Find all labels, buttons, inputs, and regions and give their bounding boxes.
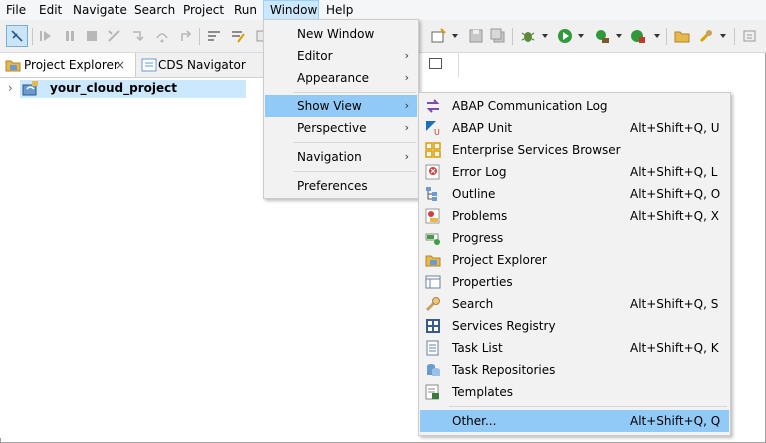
submenu-item-task-repositories[interactable]: Task Repositories	[420, 359, 729, 381]
error-log-icon	[425, 164, 441, 180]
cloud-project-icon	[22, 81, 40, 102]
use-step-filters-icon[interactable]	[230, 28, 246, 44]
menu-item-appearance[interactable]: Appearance ›	[265, 67, 417, 89]
save-icon[interactable]	[468, 28, 484, 44]
menu-project[interactable]: Project	[177, 0, 230, 20]
submenu-item-other[interactable]: Other... Alt+Shift+Q, Q	[420, 410, 729, 432]
submenu-item-problems[interactable]: Problems Alt+Shift+Q, X	[420, 205, 729, 227]
show-view-submenu: ABAP Communication Log U ABAP Unit Alt+S…	[418, 92, 731, 436]
menu-item-navigation[interactable]: Navigation ›	[265, 146, 417, 168]
svg-text:U: U	[434, 128, 440, 136]
menu-item-perspective[interactable]: Perspective ›	[265, 117, 417, 139]
project-tree: › your_cloud_project	[0, 78, 263, 438]
chevron-right-icon: ›	[404, 121, 409, 134]
menu-item-editor[interactable]: Editor ›	[265, 45, 417, 67]
window-menu: New Window Editor › Appearance › Show Vi…	[263, 19, 419, 199]
submenu-item-task-list[interactable]: Task List Alt+Shift+Q, K	[420, 337, 729, 359]
new-wizard-icon[interactable]	[430, 28, 446, 44]
debug-icon[interactable]	[520, 28, 536, 44]
maximize-icon[interactable]	[429, 58, 442, 69]
menu-window[interactable]: Window	[263, 0, 319, 20]
templates-icon	[425, 384, 441, 400]
chevron-right-icon: ›	[404, 49, 409, 62]
submenu-item-enterprise-services-browser[interactable]: Enterprise Services Browser	[420, 139, 729, 161]
submenu-item-properties[interactable]: Properties	[420, 271, 729, 293]
chevron-right-icon: ›	[404, 71, 409, 84]
editor-area-header	[458, 53, 765, 77]
chevron-right-icon: ›	[404, 99, 409, 112]
explorer-tab-bar: Project Explorer × CDS Navigator	[0, 53, 263, 78]
menu-navigate[interactable]: Navigate	[67, 0, 133, 20]
menu-item-new-window[interactable]: New Window	[265, 23, 417, 45]
menu-edit[interactable]: Edit	[33, 0, 68, 20]
task-list-icon	[425, 340, 441, 356]
step-over-icon[interactable]	[154, 28, 170, 44]
run-external-tools-icon[interactable]	[594, 28, 610, 44]
search-tool-icon[interactable]	[698, 28, 714, 44]
resume-icon[interactable]	[38, 28, 54, 44]
menu-bar: File Edit Navigate Search Project Run Wi…	[0, 0, 766, 20]
submenu-item-templates[interactable]: Templates	[420, 381, 729, 403]
close-icon[interactable]: ×	[115, 53, 125, 77]
save-all-icon[interactable]	[490, 28, 506, 44]
terminate-icon[interactable]	[84, 28, 100, 44]
search-icon	[425, 296, 441, 312]
disconnect-icon[interactable]	[106, 28, 122, 44]
menu-item-show-view[interactable]: Show View ›	[265, 95, 417, 117]
submenu-item-abap-communication-log[interactable]: ABAP Communication Log	[420, 95, 729, 117]
submenu-item-outline[interactable]: Outline Alt+Shift+Q, O	[420, 183, 729, 205]
submenu-item-services-registry[interactable]: Services Registry	[420, 315, 729, 337]
menu-file[interactable]: File	[0, 0, 32, 20]
services-browser-icon	[425, 142, 441, 158]
submenu-item-progress[interactable]: Progress	[420, 227, 729, 249]
project-explorer-icon	[425, 252, 441, 268]
menu-item-preferences[interactable]: Preferences	[265, 175, 417, 197]
run-icon[interactable]	[557, 28, 573, 44]
link-editor-button[interactable]	[6, 25, 28, 47]
menu-run[interactable]: Run	[228, 0, 263, 20]
open-folder-icon[interactable]	[674, 28, 690, 44]
last-edit-icon[interactable]	[742, 28, 758, 44]
problems-icon	[425, 208, 441, 224]
communication-log-icon	[425, 98, 441, 114]
expand-chevron-icon[interactable]: ›	[8, 81, 13, 95]
suspend-icon[interactable]	[62, 28, 78, 44]
submenu-item-error-log[interactable]: Error Log Alt+Shift+Q, L	[420, 161, 729, 183]
step-into-icon[interactable]	[130, 28, 146, 44]
abap-unit-icon: U	[425, 120, 441, 137]
menu-help[interactable]: Help	[320, 0, 359, 20]
submenu-item-abap-unit[interactable]: U ABAP Unit Alt+Shift+Q, U	[420, 117, 729, 139]
tab-cds-navigator[interactable]: CDS Navigator	[136, 53, 263, 77]
progress-icon	[425, 230, 441, 246]
drop-to-frame-icon[interactable]	[206, 28, 222, 44]
step-return-icon[interactable]	[178, 28, 194, 44]
chevron-right-icon: ›	[404, 150, 409, 163]
tree-item-label[interactable]: your_cloud_project	[50, 81, 177, 95]
coverage-icon[interactable]	[630, 28, 646, 44]
submenu-item-search[interactable]: Search Alt+Shift+Q, S	[420, 293, 729, 315]
tab-project-explorer[interactable]: Project Explorer ×	[0, 53, 136, 77]
properties-icon	[425, 274, 441, 290]
outline-icon	[425, 186, 441, 202]
menu-search[interactable]: Search	[128, 0, 181, 20]
submenu-item-project-explorer[interactable]: Project Explorer	[420, 249, 729, 271]
services-registry-icon	[425, 318, 441, 334]
task-repositories-icon	[425, 362, 441, 378]
link-icon	[11, 30, 23, 42]
